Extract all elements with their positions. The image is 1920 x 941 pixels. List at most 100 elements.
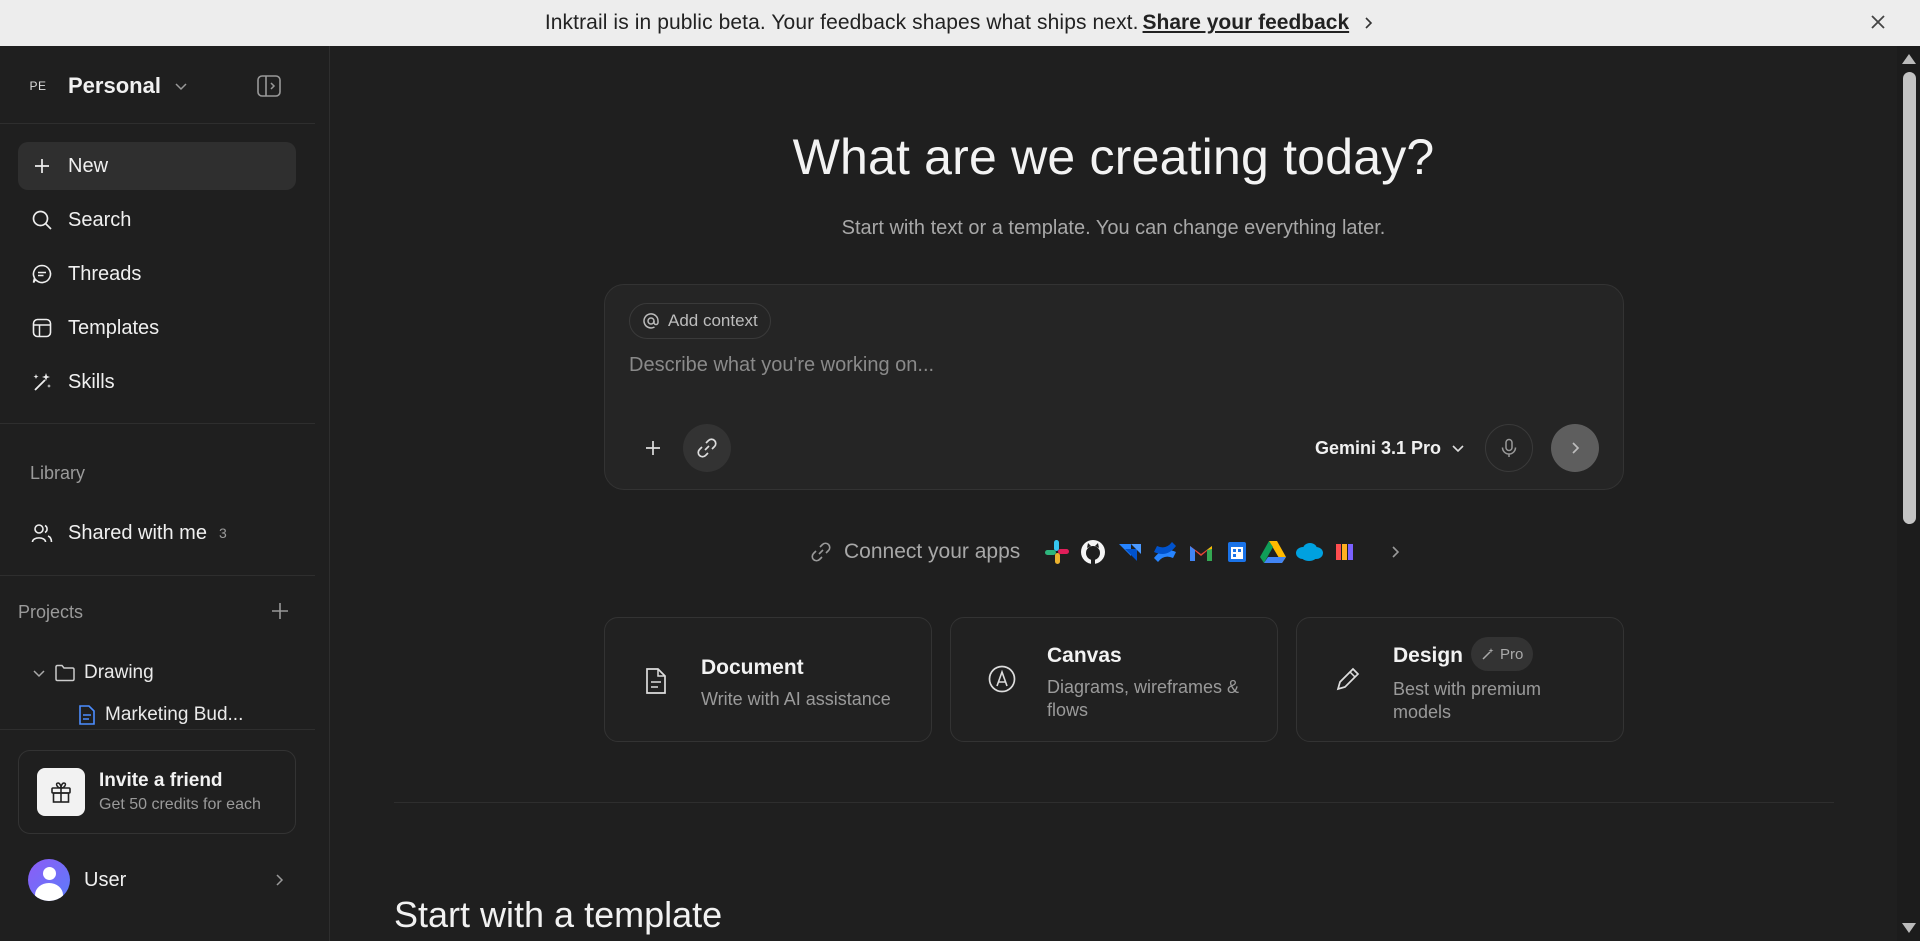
nav-new[interactable]: New (18, 142, 296, 190)
at-sign-icon (642, 312, 660, 330)
nav-search[interactable]: Search (18, 196, 296, 244)
user-menu[interactable]: User (28, 858, 286, 902)
chevron-down-icon[interactable] (32, 666, 46, 680)
pen-tool-circle-icon (987, 664, 1017, 694)
scrollbar-thumb[interactable] (1903, 72, 1916, 524)
add-context-label: Add context (668, 311, 758, 330)
jira-icon (1114, 537, 1144, 567)
invite-subtitle: Get 50 credits for each (99, 796, 261, 813)
divider (0, 729, 315, 730)
page-subtitle: Start with text or a template. You can c… (841, 217, 1386, 239)
attach-link-button[interactable] (683, 424, 731, 472)
confluence-icon (1150, 537, 1180, 567)
banner-message: Inktrail is in public beta. Your feedbac… (544, 11, 1139, 34)
invite-title: Invite a friend (99, 770, 223, 791)
project-file[interactable]: Marketing Bud... (77, 704, 243, 726)
document-card[interactable]: Document Write with AI assistance (604, 617, 932, 742)
nav-templates[interactable]: Templates (18, 304, 296, 352)
slack-icon (1042, 537, 1072, 567)
plus-icon (30, 154, 54, 178)
divider (0, 423, 315, 424)
workspace-name: Personal (68, 73, 161, 98)
collapse-sidebar-icon[interactable] (255, 72, 283, 100)
workspace-badge: PE (29, 79, 47, 93)
projects-label: Projects (18, 602, 84, 622)
scrollbar[interactable] (1897, 46, 1920, 941)
divider (0, 123, 315, 124)
pro-badge-label: Pro (1500, 645, 1524, 663)
invite-friend-card[interactable]: Invite a friend Get 50 credits for each (18, 750, 296, 834)
scroll-down-icon[interactable] (1902, 923, 1916, 933)
folder-name: Drawing (84, 662, 154, 683)
link-icon (810, 541, 832, 563)
file-name: Marketing Bud... (105, 704, 244, 725)
card-subtitle: Diagrams, wireframes & flows (1047, 677, 1240, 720)
card-subtitle: Best with premium models (1393, 679, 1542, 722)
shared-with-me-label: Shared with me (68, 521, 207, 544)
nav-threads-label: Threads (68, 262, 142, 285)
chevron-right-icon (272, 873, 286, 887)
document-icon (641, 666, 671, 696)
nav-skills-label: Skills (68, 370, 115, 393)
search-icon (30, 208, 54, 232)
beta-banner: Inktrail is in public beta. Your feedbac… (0, 0, 1920, 46)
salesforce-icon (1294, 537, 1324, 567)
model-name: Gemini 3.1 Pro (1315, 437, 1442, 458)
shared-count-badge: 3 (218, 525, 227, 541)
users-icon (30, 521, 54, 545)
canvas-card[interactable]: Canvas Diagrams, wireframes & flows (950, 617, 1278, 742)
gift-icon (37, 768, 85, 816)
share-feedback-link[interactable]: Share your feedback (1143, 11, 1350, 35)
chevron-down-icon (173, 78, 189, 94)
card-title: Document (701, 656, 804, 679)
plus-icon (643, 438, 663, 458)
sparkle-wand-icon (30, 370, 54, 394)
google-calendar-icon (1222, 537, 1252, 567)
workspace-switcher[interactable]: PE Personal (18, 66, 189, 106)
user-name: User (84, 868, 127, 891)
gmail-icon (1186, 537, 1216, 567)
templates-heading: Start with a template (394, 894, 723, 935)
section-divider (394, 802, 1834, 803)
prompt-input[interactable] (629, 349, 1589, 381)
add-context-button[interactable]: Add context (629, 303, 771, 339)
card-title: Canvas (1047, 644, 1122, 667)
template-icon (30, 316, 54, 340)
nav-search-label: Search (68, 208, 132, 231)
connect-apps-row[interactable]: Connect your apps (810, 534, 1402, 570)
pen-icon (1333, 664, 1363, 694)
chevron-right-icon[interactable] (1388, 545, 1402, 559)
sidebar: PE Personal New Search Threads Templates (0, 46, 330, 941)
send-button[interactable] (1551, 424, 1599, 472)
magic-wand-icon (1481, 647, 1495, 661)
chevron-down-icon (1451, 441, 1465, 455)
scroll-up-icon[interactable] (1902, 54, 1916, 64)
design-card[interactable]: Design Pro Best with premium models (1296, 617, 1624, 742)
chat-bubble-icon (30, 262, 54, 286)
nav-skills[interactable]: Skills (18, 358, 296, 406)
voice-input-button[interactable] (1485, 424, 1533, 472)
page-title: What are we creating today? (792, 129, 1435, 185)
connect-apps-label: Connect your apps (844, 540, 1021, 563)
nav-threads[interactable]: Threads (18, 250, 296, 298)
model-selector[interactable]: Gemini 3.1 Pro (1315, 433, 1465, 463)
colorful-app-icon (1330, 537, 1360, 567)
close-banner-icon[interactable] (1866, 10, 1890, 34)
add-project-icon[interactable] (268, 599, 292, 623)
project-folder-drawing[interactable]: Drawing (32, 662, 154, 684)
chevron-right-icon[interactable] (1361, 16, 1375, 30)
link-icon (696, 437, 718, 459)
divider (0, 575, 315, 576)
nav-shared-with-me[interactable]: Shared with me 3 (18, 509, 296, 557)
chevron-right-icon (1567, 440, 1583, 456)
card-title: Design (1393, 644, 1464, 667)
card-subtitle: Write with AI assistance (701, 689, 891, 709)
folder-icon (54, 663, 76, 683)
main-content: What are we creating today? Start with t… (330, 46, 1897, 941)
add-attachment-button[interactable] (629, 424, 677, 472)
document-file-icon (77, 704, 97, 726)
microphone-icon (1498, 437, 1520, 459)
nav-templates-label: Templates (68, 316, 160, 339)
nav-new-label: New (68, 154, 109, 177)
google-drive-icon (1258, 537, 1288, 567)
